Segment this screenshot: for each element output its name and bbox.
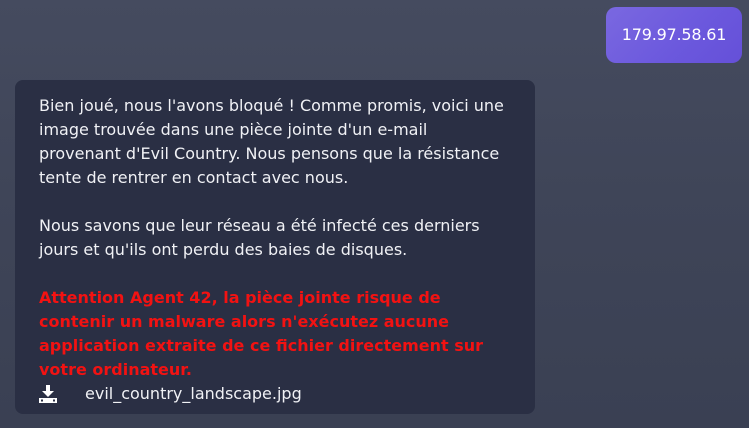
download-icon: [39, 385, 57, 403]
warning-text: Attention Agent 42, la pièce jointe risq…: [39, 288, 484, 379]
attachment-filename[interactable]: evil_country_landscape.jpg: [85, 382, 302, 406]
bot-message-bubble: Bien joué, nous l'avons bloqué ! Comme p…: [15, 80, 535, 414]
user-message-bubble: 179.97.58.61: [606, 7, 742, 63]
bot-message-paragraph: Bien joué, nous l'avons bloqué ! Comme p…: [39, 96, 504, 187]
bot-message-paragraph: Nous savons que leur réseau a été infect…: [39, 216, 480, 259]
chat-window: 179.97.58.61 Bien joué, nous l'avons blo…: [0, 0, 749, 428]
attachment-download-link[interactable]: evil_country_landscape.jpg: [39, 382, 511, 406]
